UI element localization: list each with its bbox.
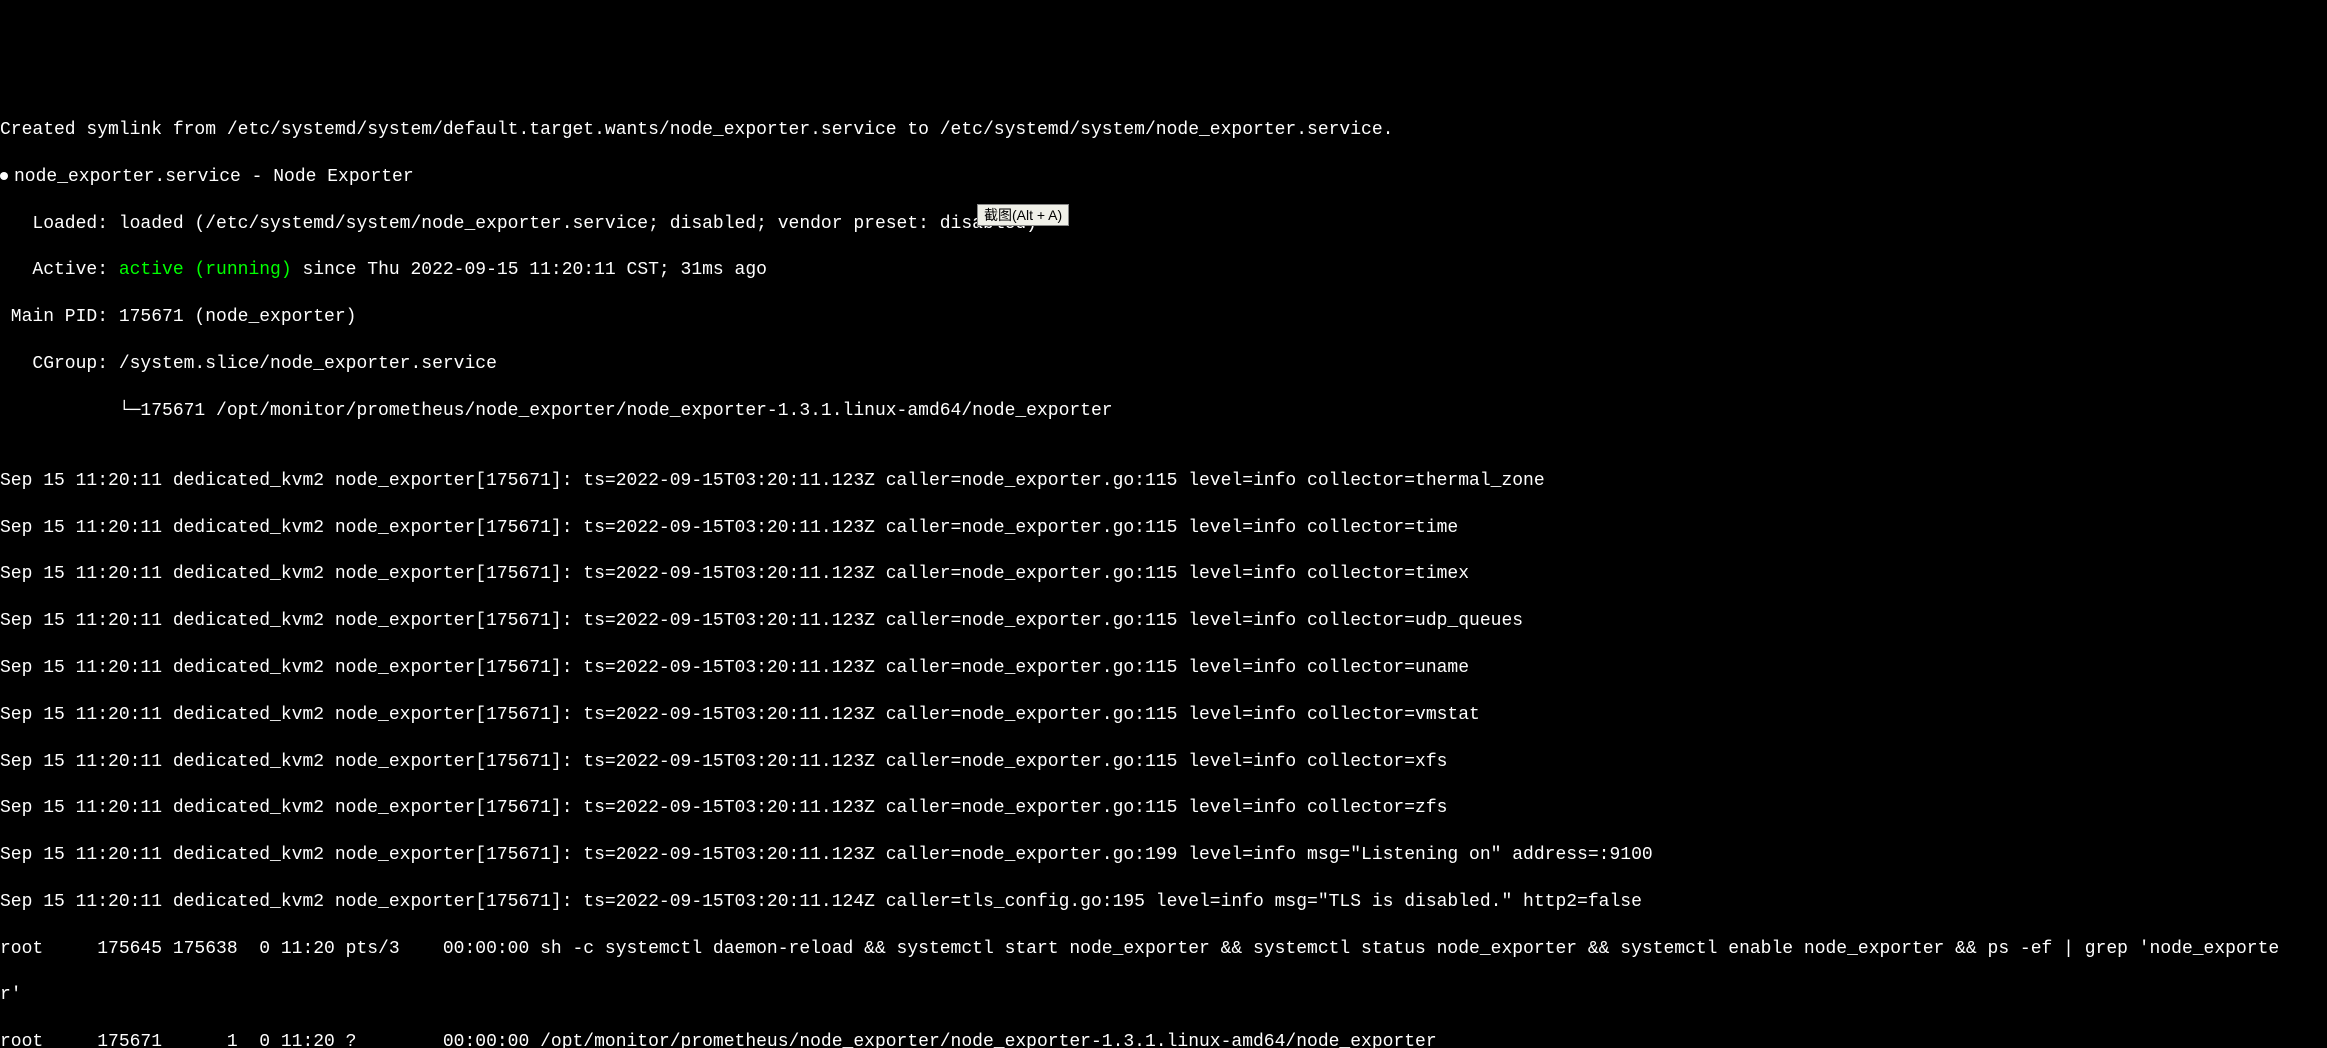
log-line: Sep 15 11:20:11 dedicated_kvm2 node_expo… <box>0 517 2327 540</box>
ps-line: r' <box>0 984 2327 1007</box>
mainpid-line: Main PID: 175671 (node_exporter) <box>0 306 2327 329</box>
active-suffix: since Thu 2022-09-15 11:20:11 CST; 31ms … <box>292 260 767 280</box>
log-line: Sep 15 11:20:11 dedicated_kvm2 node_expo… <box>0 844 2327 867</box>
log-line: Sep 15 11:20:11 dedicated_kvm2 node_expo… <box>0 797 2327 820</box>
log-line: Sep 15 11:20:11 dedicated_kvm2 node_expo… <box>0 610 2327 633</box>
terminal-output: Created symlink from /etc/systemd/system… <box>0 94 2327 1048</box>
cgroup-line: CGroup: /system.slice/node_exporter.serv… <box>0 353 2327 376</box>
log-line: Sep 15 11:20:11 dedicated_kvm2 node_expo… <box>0 657 2327 680</box>
symlink-created-line: Created symlink from /etc/systemd/system… <box>0 119 2327 142</box>
log-line: Sep 15 11:20:11 dedicated_kvm2 node_expo… <box>0 751 2327 774</box>
active-prefix: Active: <box>0 260 119 280</box>
active-line: Active: active (running) since Thu 2022-… <box>0 259 2327 282</box>
cgroup-child-line: └─175671 /opt/monitor/prometheus/node_ex… <box>0 400 2327 423</box>
service-header-line: node_exporter.service - Node Exporter <box>0 166 2327 189</box>
log-line: Sep 15 11:20:11 dedicated_kvm2 node_expo… <box>0 470 2327 493</box>
loaded-line: Loaded: loaded (/etc/systemd/system/node… <box>0 213 2327 236</box>
ps-line: root 175645 175638 0 11:20 pts/3 00:00:0… <box>0 938 2327 961</box>
service-header-text: node_exporter.service - Node Exporter <box>14 167 414 187</box>
log-line: Sep 15 11:20:11 dedicated_kvm2 node_expo… <box>0 563 2327 586</box>
ps-line: root 175671 1 0 11:20 ? 00:00:00 /opt/mo… <box>0 1031 2327 1048</box>
log-line: Sep 15 11:20:11 dedicated_kvm2 node_expo… <box>0 891 2327 914</box>
active-status: active (running) <box>119 260 292 280</box>
bullet-icon <box>0 172 8 180</box>
screenshot-tooltip[interactable]: 截图(Alt + A) <box>977 204 1069 226</box>
log-line: Sep 15 11:20:11 dedicated_kvm2 node_expo… <box>0 704 2327 727</box>
